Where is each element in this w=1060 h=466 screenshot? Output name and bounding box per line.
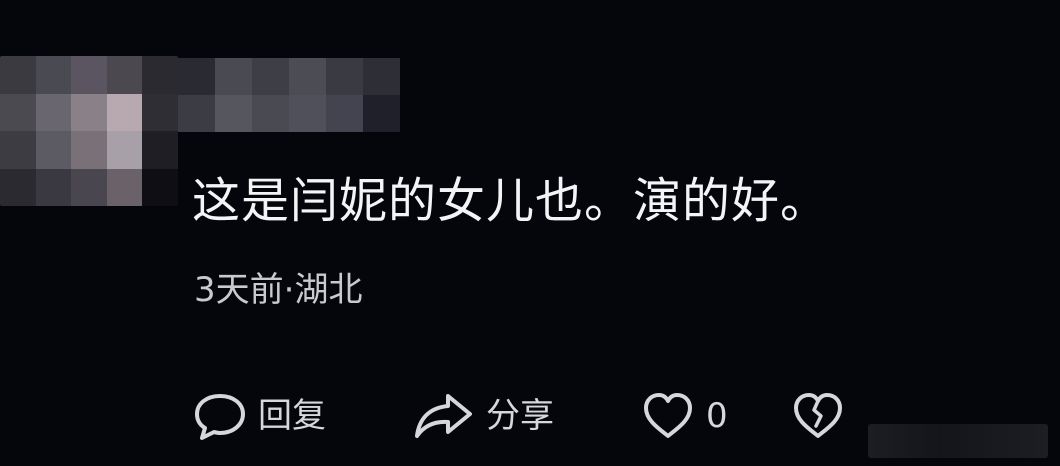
username[interactable] (178, 58, 400, 132)
reply-label: 回复 (258, 396, 326, 436)
like-count: 0 (706, 396, 728, 436)
watermark (868, 424, 1048, 458)
comment-card: 这是闫妮的女儿也。演的好。 3天前·湖北 回复 分享 0 (0, 0, 1060, 466)
share-arrow-icon (412, 388, 476, 444)
like-button[interactable]: 0 (640, 384, 790, 448)
comment-meta: 3天前·湖北 (194, 270, 363, 310)
heart-icon (640, 388, 696, 444)
chat-bubble-icon (192, 388, 248, 444)
comment-text: 这是闫妮的女儿也。演的好。 (192, 173, 830, 229)
comment-actions: 回复 分享 0 (192, 384, 850, 448)
dislike-button[interactable] (790, 384, 850, 448)
share-label: 分享 (486, 396, 554, 436)
avatar[interactable] (0, 56, 178, 206)
broken-heart-icon (790, 388, 846, 444)
reply-button[interactable]: 回复 (192, 384, 412, 448)
share-button[interactable]: 分享 (412, 384, 640, 448)
